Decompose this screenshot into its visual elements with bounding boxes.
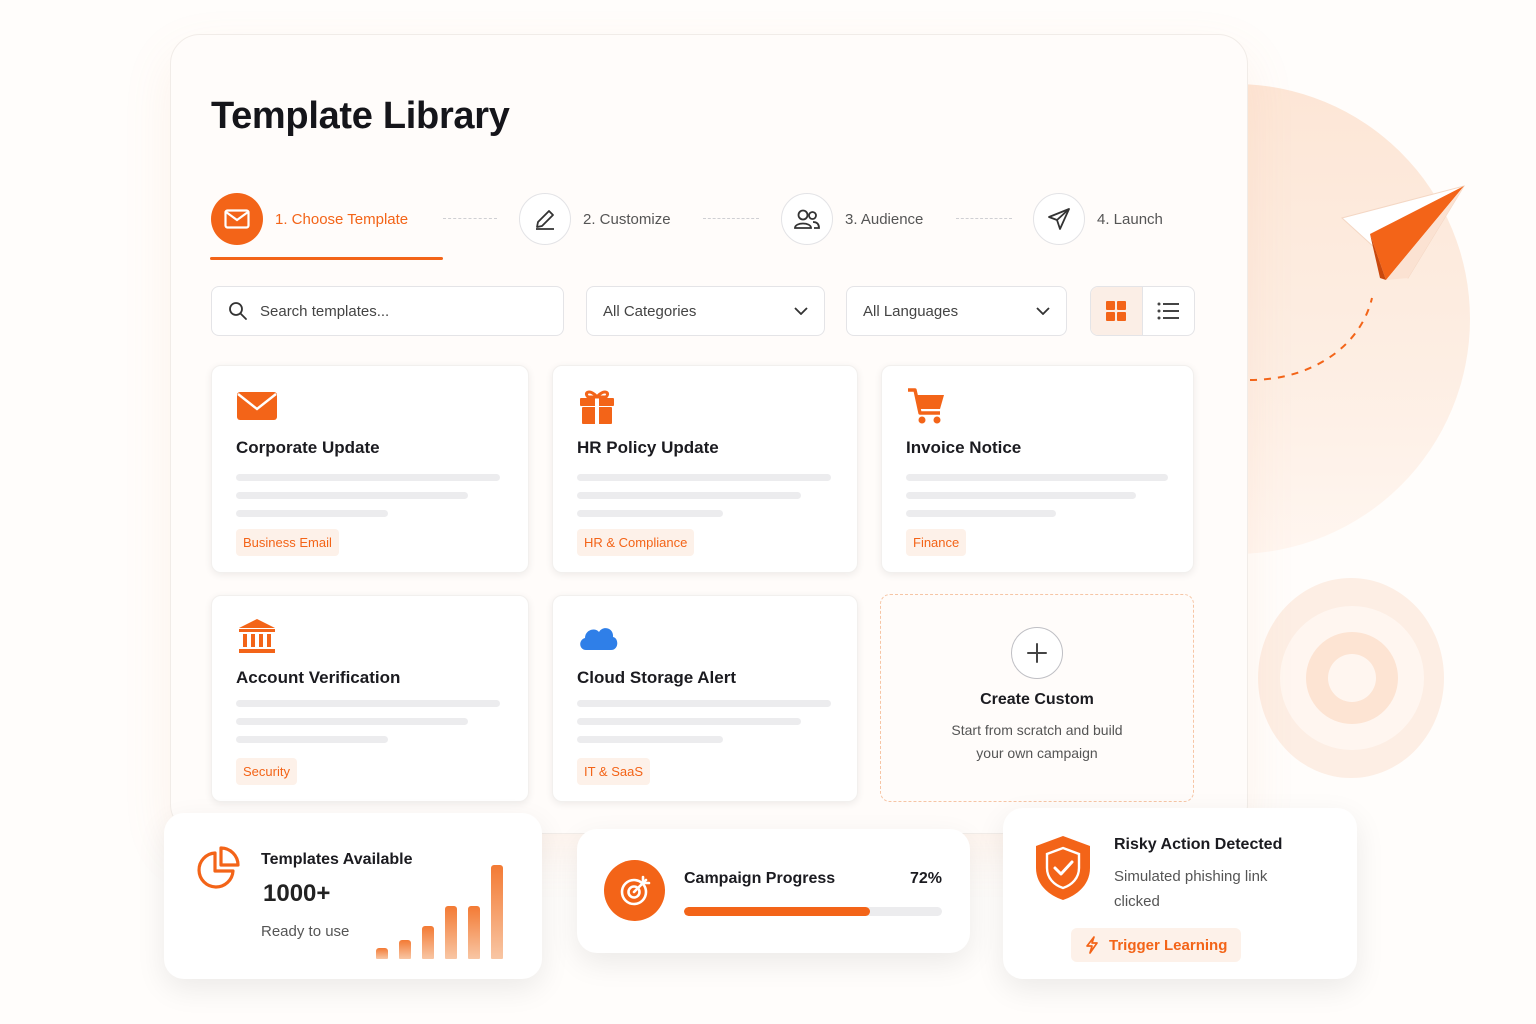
- search-input[interactable]: [260, 302, 540, 320]
- progress-percent: 72%: [909, 870, 942, 887]
- stats-subtitle: Ready to use: [261, 923, 350, 940]
- placeholder-line: [236, 492, 468, 499]
- template-title: Corporate Update: [236, 438, 380, 457]
- step-launch[interactable]: 4. Launch: [1033, 193, 1163, 245]
- step-label: 2. Customize: [583, 210, 671, 228]
- step-choose-template[interactable]: 1. Choose Template: [211, 193, 408, 245]
- list-view-button[interactable]: [1143, 287, 1195, 335]
- list-icon: [1157, 302, 1180, 320]
- stats-count: 1000+: [263, 880, 331, 907]
- view-toggle: [1090, 286, 1195, 336]
- step-separator: [703, 218, 759, 219]
- placeholder-line: [577, 474, 831, 481]
- language-select-value: All Languages: [863, 302, 959, 320]
- progress-title: Campaign Progress: [684, 870, 836, 887]
- gift-icon: [580, 390, 614, 424]
- category-select[interactable]: All Categories: [586, 286, 825, 336]
- pie-chart-icon: [197, 846, 240, 889]
- paper-plane-icon: [1033, 193, 1085, 245]
- plus-icon: [1011, 627, 1063, 679]
- progress-track: [684, 907, 942, 916]
- placeholder-line: [577, 510, 723, 517]
- growth-bar: [422, 926, 434, 959]
- category-tag: Finance: [906, 529, 967, 556]
- template-title: Invoice Notice: [906, 438, 1022, 457]
- templates-available-widget: Templates Available 1000+ Ready to use: [164, 813, 542, 979]
- growth-bar: [445, 906, 457, 959]
- growth-bar: [376, 948, 388, 959]
- category-tag: HR & Compliance: [577, 529, 695, 556]
- create-custom-title: Create Custom: [980, 691, 1094, 708]
- pen-icon: [519, 193, 571, 245]
- bank-icon: [239, 619, 275, 653]
- envelope-icon: [211, 193, 263, 245]
- step-separator: [443, 218, 497, 219]
- step-customize[interactable]: 2. Customize: [519, 193, 671, 245]
- placeholder-line: [236, 474, 500, 481]
- grid-icon: [1106, 301, 1127, 321]
- category-select-value: All Categories: [603, 302, 697, 320]
- category-tag: Business Email: [236, 529, 339, 556]
- placeholder-line: [236, 700, 500, 707]
- template-title: Account Verification: [236, 668, 401, 687]
- template-card-cloud-storage-alert[interactable]: Cloud Storage Alert IT & SaaS: [552, 595, 858, 802]
- template-title: HR Policy Update: [577, 438, 719, 457]
- target-icon: [604, 860, 665, 921]
- placeholder-line: [906, 474, 1168, 481]
- envelope-icon: [237, 392, 277, 420]
- growth-bars-icon: [376, 859, 506, 959]
- step-audience[interactable]: 3. Audience: [781, 193, 923, 245]
- search-box: [211, 286, 564, 336]
- active-step-underline: [210, 257, 443, 260]
- lightning-icon: [1086, 936, 1098, 954]
- campaign-progress-widget: Campaign Progress 72%: [577, 829, 970, 953]
- alert-subtitle: Simulated phishing link clicked: [1114, 868, 1268, 910]
- step-label: 1. Choose Template: [275, 210, 409, 228]
- placeholder-line: [577, 700, 831, 707]
- decorative-target-rings: [1258, 578, 1444, 778]
- placeholder-line: [577, 736, 723, 743]
- placeholder-line: [906, 510, 1056, 517]
- cart-icon: [908, 388, 944, 424]
- shield-check-icon: [1036, 836, 1090, 900]
- placeholder-line: [906, 492, 1136, 499]
- create-custom-card[interactable]: Create Custom Start from scratch and bui…: [880, 594, 1194, 802]
- risky-action-widget: Risky Action Detected Simulated phishing…: [1003, 808, 1357, 979]
- users-icon: [781, 193, 833, 245]
- trigger-learning-label: Trigger Learning: [1109, 936, 1228, 954]
- template-card-hr-policy-update[interactable]: HR Policy Update HR & Compliance: [552, 365, 858, 573]
- step-label: 4. Launch: [1097, 210, 1163, 228]
- template-title: Cloud Storage Alert: [577, 668, 736, 687]
- grid-view-button[interactable]: [1091, 287, 1143, 335]
- language-select[interactable]: All Languages: [846, 286, 1067, 336]
- search-icon: [229, 302, 247, 320]
- chevron-down-icon: [1036, 307, 1050, 315]
- placeholder-line: [236, 736, 388, 743]
- page-title: Template Library: [211, 95, 510, 137]
- category-tag: Security: [236, 758, 297, 785]
- growth-bar: [468, 906, 480, 959]
- growth-bar: [491, 865, 503, 959]
- placeholder-line: [236, 510, 388, 517]
- step-separator: [956, 218, 1012, 219]
- create-custom-description: Start from scratch and build your own ca…: [951, 722, 1123, 761]
- cloud-icon: [580, 628, 618, 650]
- template-card-corporate-update[interactable]: Corporate Update Business Email: [211, 365, 529, 573]
- placeholder-line: [577, 718, 801, 725]
- step-label: 3. Audience: [845, 210, 924, 228]
- template-card-account-verification[interactable]: Account Verification Security: [211, 595, 529, 802]
- placeholder-line: [577, 492, 801, 499]
- growth-bar: [399, 940, 411, 959]
- chevron-down-icon: [794, 307, 808, 315]
- trigger-learning-button[interactable]: Trigger Learning: [1071, 928, 1242, 962]
- category-tag: IT & SaaS: [577, 758, 651, 785]
- placeholder-line: [236, 718, 468, 725]
- alert-title: Risky Action Detected: [1114, 836, 1283, 853]
- paper-plane-icon: [1249, 185, 1466, 381]
- template-card-invoice-notice[interactable]: Invoice Notice Finance: [881, 365, 1194, 573]
- progress-fill: [684, 907, 870, 916]
